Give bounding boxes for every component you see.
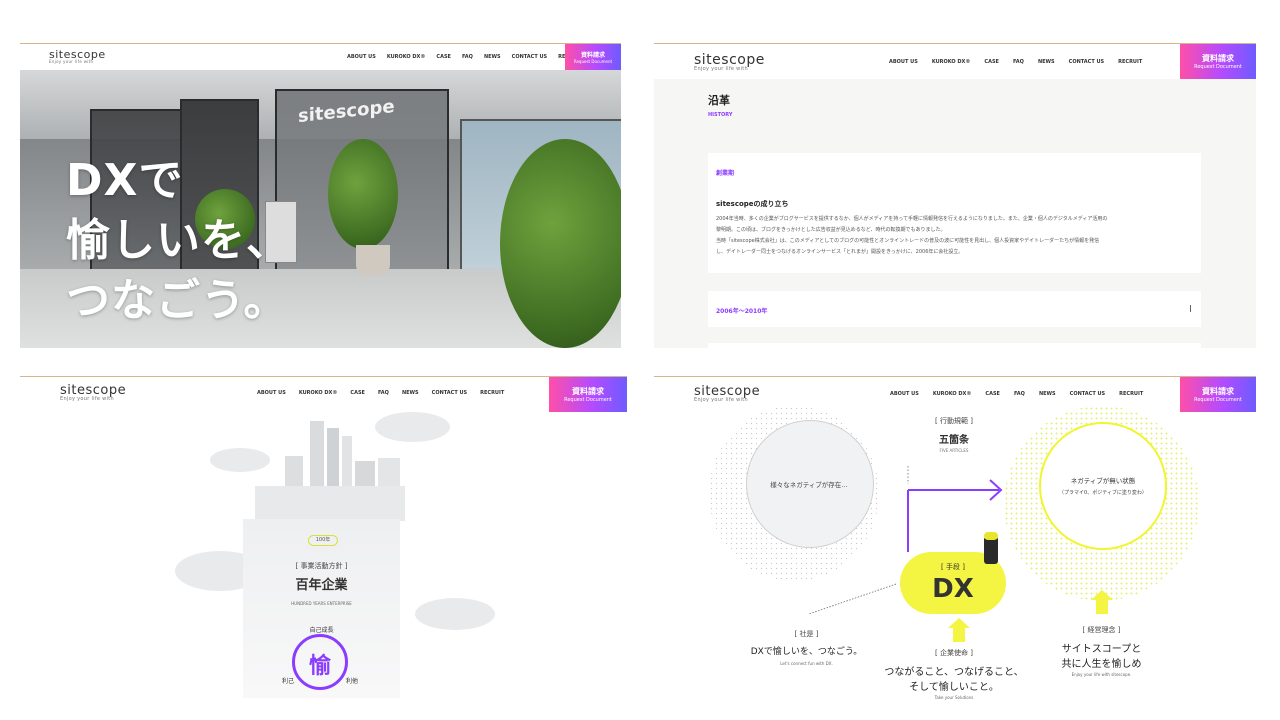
nav-contact[interactable]: CONTACT US	[432, 390, 467, 396]
main-nav: ABOUT US KUROKO DX® CASE FAQ NEWS CONTAC…	[347, 54, 582, 60]
means-title: DX	[932, 574, 974, 604]
mission-arrow	[948, 618, 970, 628]
nav-recruit[interactable]: RECRUIT	[1118, 59, 1142, 65]
nav-case[interactable]: CASE	[350, 390, 365, 396]
mission-en: Take your Solutions	[934, 695, 974, 700]
nav-about[interactable]: ABOUT US	[889, 59, 918, 65]
nav-case[interactable]: CASE	[984, 59, 999, 65]
nav-news[interactable]: NEWS	[1038, 59, 1055, 65]
vision-bracket: [ 経営理念 ]	[1082, 626, 1121, 634]
positive-circle	[1039, 422, 1167, 550]
hero-heading: DXで 愉しいを、 つなごう。	[66, 155, 291, 326]
screenshot-hundred-years: sitescope Enjoy your life with ABOUT US K…	[20, 376, 627, 698]
site-header: sitescope Enjoy your life with ABOUT US K…	[654, 43, 1256, 79]
request-document-button[interactable]: 資料請求 Request Document	[1180, 377, 1256, 412]
main-nav: ABOUT US KUROKO DX® CASE FAQ NEWS CONTAC…	[257, 390, 504, 396]
card-body: 2004年当時、多くの企業がブログサービスを提供するなか、個人がメディアを持って…	[716, 216, 1108, 255]
center-kanji: 愉	[308, 654, 331, 679]
nav-about[interactable]: ABOUT US	[890, 391, 919, 397]
nav-contact[interactable]: CONTACT US	[1069, 59, 1104, 65]
mission-line-1: つながること、つなげること、	[884, 667, 1024, 678]
hundred-badge: 100年	[308, 535, 338, 546]
rules-title-en: FIVE ARTICLES	[939, 448, 969, 453]
nav-contact[interactable]: CONTACT US	[512, 54, 547, 60]
rules-title: 五箇条	[939, 435, 969, 446]
rules-bracket: [ 行動規範 ]	[935, 417, 973, 425]
nav-case[interactable]: CASE	[436, 54, 451, 60]
plant-pot	[356, 245, 390, 275]
nav-news[interactable]: NEWS	[1039, 391, 1056, 397]
request-document-button[interactable]: 資料請求 Request Document	[549, 377, 627, 412]
section-title: 百年企業	[295, 578, 348, 593]
nav-about[interactable]: ABOUT US	[257, 390, 286, 396]
city-skyline-illustration	[255, 421, 405, 521]
nav-news[interactable]: NEWS	[484, 54, 501, 60]
site-logo[interactable]: sitescope Enjoy your life with	[694, 384, 760, 403]
nav-recruit[interactable]: RECRUIT	[480, 390, 504, 396]
nav-news[interactable]: NEWS	[402, 390, 419, 396]
motto-bracket: [ 社是 ]	[794, 630, 819, 638]
screenshot-history: sitescope Enjoy your life with ABOUT US K…	[654, 43, 1256, 348]
section-bracket: [ 事業活動方針 ]	[295, 562, 348, 570]
motto-en: Let's connect fun with DX.	[780, 661, 833, 666]
main-nav: ABOUT US KUROKO DX® CASE FAQ NEWS CONTAC…	[889, 59, 1142, 65]
motto: DXで愉しいを、つなごう。	[750, 647, 863, 657]
history-accordion-next[interactable]	[708, 343, 1201, 348]
self-growth-label: 自己成長	[309, 627, 334, 634]
site-header: sitescope Enjoy your life with ABOUT US K…	[20, 376, 627, 412]
request-document-button[interactable]: 資料請求 Request Document	[1180, 44, 1256, 79]
mission-line-2: そして愉しいこと。	[909, 682, 999, 693]
card-title: sitescopeの成り立ち	[716, 200, 789, 208]
vision-line-2: 共に人生を愉しめ	[1061, 659, 1142, 670]
screenshot-hero: sitescope sitescope Enjoy your life with …	[20, 43, 621, 348]
cloud	[415, 598, 495, 630]
page-title-en: HISTORY	[708, 112, 733, 118]
mission-arrow-shaft	[953, 628, 965, 642]
nav-faq[interactable]: FAQ	[1013, 59, 1024, 65]
era-label: 創業期	[716, 170, 735, 177]
site-logo[interactable]: sitescope Enjoy your life with	[49, 48, 106, 64]
expand-icon[interactable]	[1190, 305, 1191, 312]
nav-kuroko[interactable]: KUROKO DX®	[387, 54, 426, 60]
positive-circle-label: ネガティブが無い状態	[1070, 477, 1136, 485]
nav-kuroko[interactable]: KUROKO DX®	[299, 390, 338, 396]
era-label: 2006年〜2010年	[716, 308, 768, 315]
page-title: 沿革	[708, 94, 730, 107]
plant-large	[500, 139, 621, 348]
main-nav: ABOUT US KUROKO DX® CASE FAQ NEWS CONTAC…	[890, 391, 1143, 397]
nav-faq[interactable]: FAQ	[378, 390, 389, 396]
nav-case[interactable]: CASE	[985, 391, 1000, 397]
plant	[328, 139, 398, 249]
history-accordion-closed[interactable]: 2006年〜2010年	[708, 291, 1201, 327]
site-logo[interactable]: sitescope Enjoy your life with	[60, 383, 126, 402]
vision-arrow-shaft	[1096, 600, 1108, 614]
site-header: sitescope Enjoy your life with ABOUT US K…	[20, 43, 621, 70]
section-title-en: HUNDRED YEARS ENTERPRISE	[291, 601, 352, 606]
screenshot-philosophy: sitescope Enjoy your life with ABOUT US K…	[654, 376, 1256, 708]
nav-about[interactable]: ABOUT US	[347, 54, 376, 60]
vision-arrow	[1091, 590, 1113, 600]
nav-kuroko[interactable]: KUROKO DX®	[933, 391, 972, 397]
vision-en: Enjoy your life with sitescope.	[1071, 672, 1132, 677]
site-logo[interactable]: sitescope Enjoy your life with	[694, 52, 765, 72]
mission-bracket: [ 企業使命 ]	[935, 649, 973, 657]
nav-kuroko[interactable]: KUROKO DX®	[932, 59, 971, 65]
others-benefit-label: 利他	[346, 678, 359, 685]
site-header: sitescope Enjoy your life with ABOUT US K…	[654, 376, 1256, 412]
nav-recruit[interactable]: RECRUIT	[1119, 391, 1143, 397]
positive-circle-sublabel: （プラマイ0、ポジティブに塗り変わ）	[1059, 490, 1147, 496]
vision-line-1: サイトスコープと	[1061, 644, 1142, 655]
request-document-button[interactable]: 資料請求 Request Document	[565, 44, 621, 70]
mascot-head	[984, 532, 998, 540]
nav-contact[interactable]: CONTACT US	[1070, 391, 1105, 397]
self-benefit-label: 利己	[282, 678, 295, 685]
history-accordion-open[interactable]: 創業期 sitescopeの成り立ち 2004年当時、多くの企業がブログサービス…	[708, 153, 1201, 273]
nav-faq[interactable]: FAQ	[1014, 391, 1025, 397]
nav-faq[interactable]: FAQ	[462, 54, 473, 60]
